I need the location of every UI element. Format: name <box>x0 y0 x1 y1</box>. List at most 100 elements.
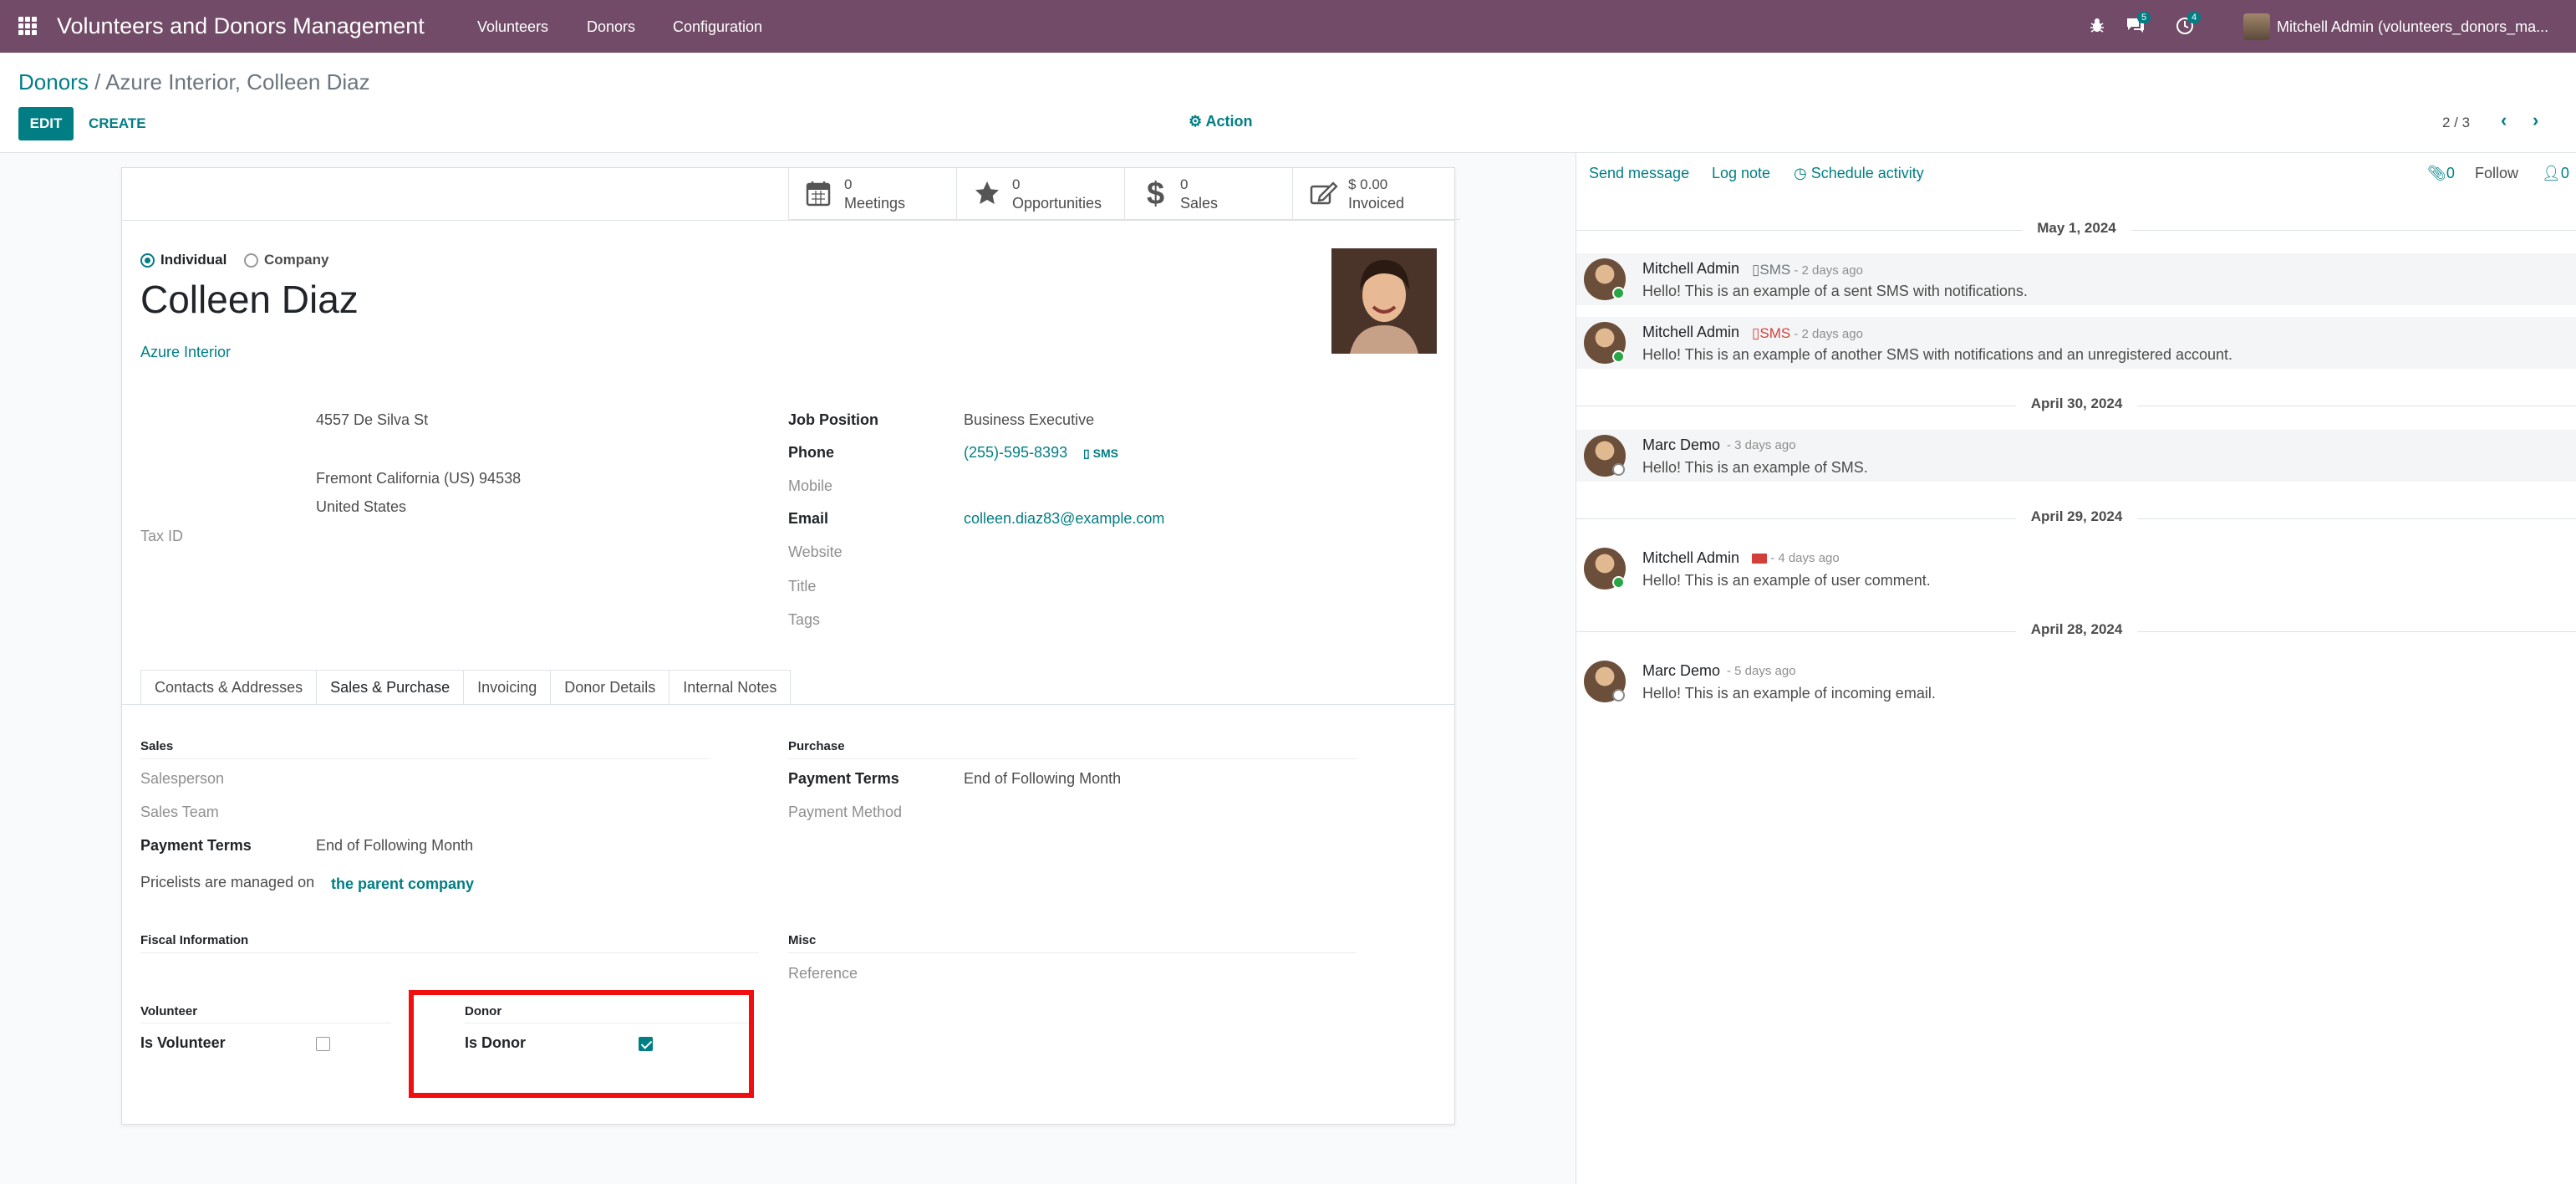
divider <box>788 758 1357 759</box>
opportunities-button[interactable]: 0 Opportunities <box>956 168 1124 220</box>
chatter-panel: Send message Log note ◷ Schedule activit… <box>1576 153 2576 1184</box>
chatter-message[interactable]: Mitchell Admin - 4 days ago Hello! This … <box>1576 543 2576 595</box>
tab-invoicing[interactable]: Invoicing <box>463 670 551 705</box>
breadcrumb-current: Azure Interior, Colleen Diaz <box>105 69 370 94</box>
tab-donor-details[interactable]: Donor Details <box>550 670 669 705</box>
email-value[interactable]: colleen.diaz83@example.com <box>964 510 1164 528</box>
address-country[interactable]: United States <box>316 498 406 516</box>
message-body: Hello! This is an example of SMS. <box>1642 459 1868 476</box>
user-avatar[interactable] <box>2243 13 2270 40</box>
sales-button[interactable]: $ 0 Sales <box>1124 168 1292 220</box>
message-time: - 2 days ago <box>1794 327 1863 341</box>
menu-volunteers[interactable]: Volunteers <box>477 18 548 36</box>
radio-individual-label[interactable]: Individual <box>160 252 227 268</box>
pager-previous-chevron-left-icon[interactable]: ‹ <box>2501 110 2507 131</box>
date-separator: April 28, 2024 <box>1576 621 2576 641</box>
is-volunteer-label: Is Volunteer <box>140 1034 226 1051</box>
app-title[interactable]: Volunteers and Donors Management <box>57 13 425 39</box>
sales-team-label: Sales Team <box>140 804 219 820</box>
phone-value[interactable]: (255)-595-8393 <box>964 444 1067 462</box>
activities-clock-icon[interactable]: 4 <box>2176 12 2202 40</box>
create-button[interactable]: CREATE <box>89 107 146 140</box>
radio-company[interactable] <box>244 253 258 268</box>
pager-next-chevron-right-icon[interactable]: › <box>2533 110 2538 131</box>
invoiced-button[interactable]: $ 0.00 Invoiced <box>1292 168 1460 220</box>
breadcrumb: Donors / Azure Interior, Colleen Diaz <box>18 69 370 95</box>
radio-company-label[interactable]: Company <box>264 252 328 268</box>
payment-terms-value[interactable]: End of Following Month <box>316 837 473 855</box>
message-author[interactable]: Marc Demo <box>1642 662 1720 680</box>
divider <box>140 952 759 953</box>
is-volunteer-checkbox[interactable] <box>316 1037 330 1051</box>
purchase-payment-terms-value[interactable]: End of Following Month <box>964 770 1121 788</box>
message-author[interactable]: Mitchell Admin <box>1642 324 1739 341</box>
address-city-line[interactable]: Fremont California (US) 94538 <box>316 470 521 487</box>
form-sheet: 0 Meetings 0 Opportunities $ 0 Sales $ 0… <box>121 167 1460 1125</box>
breadcrumb-donors-link[interactable]: Donors <box>18 69 89 94</box>
sms-error-icon[interactable]: ▯ <box>1752 325 1759 341</box>
menu-configuration[interactable]: Configuration <box>673 18 762 36</box>
dollar-icon: $ <box>1147 176 1165 212</box>
message-meta: ▯SMS - 2 days ago <box>1752 325 1863 342</box>
schedule-activity-label: Schedule activity <box>1810 165 1924 181</box>
meetings-button[interactable]: 0 Meetings <box>788 168 956 220</box>
tab-internal-notes[interactable]: Internal Notes <box>669 670 792 705</box>
pager-value[interactable]: 2 / 3 <box>2442 115 2470 131</box>
fiscal-group-title: Fiscal Information <box>140 933 249 947</box>
date-separator: April 30, 2024 <box>1576 396 2576 416</box>
breadcrumb-separator: / <box>94 69 101 94</box>
parent-company-link[interactable]: the parent company <box>331 875 474 893</box>
job-position-value[interactable]: Business Executive <box>964 411 1094 429</box>
mobile-label: Mobile <box>788 477 833 494</box>
followers-count: 0 <box>2560 165 2569 181</box>
chatter-message[interactable]: Mitchell Admin ▯SMS - 2 days ago Hello! … <box>1576 253 2576 305</box>
log-note-button[interactable]: Log note <box>1712 165 1770 182</box>
sms-button[interactable]: ▯ SMS <box>1083 447 1118 461</box>
messages-icon[interactable]: 5 <box>2125 12 2151 38</box>
date-separator: April 29, 2024 <box>1576 508 2576 528</box>
reference-label: Reference <box>788 965 858 982</box>
message-time: - 2 days ago <box>1794 263 1863 278</box>
schedule-activity-button[interactable]: ◷ Schedule activity <box>1794 165 1924 182</box>
followers-button[interactable]: 👤︎0 <box>2542 165 2569 182</box>
debug-bug-icon[interactable] <box>2090 17 2105 38</box>
attachments-button[interactable]: 📎︎0 <box>2427 165 2455 182</box>
send-message-button[interactable]: Send message <box>1589 165 1689 182</box>
message-author[interactable]: Mitchell Admin <box>1642 260 1739 278</box>
tab-contacts-addresses[interactable]: Contacts & Addresses <box>140 670 317 705</box>
radio-individual[interactable] <box>140 253 155 268</box>
message-author[interactable]: Mitchell Admin <box>1642 549 1739 567</box>
chatter-message[interactable]: Marc Demo - 3 days ago Hello! This is an… <box>1576 430 2576 482</box>
partner-name[interactable]: Colleen Diaz <box>140 277 359 322</box>
chatter-message[interactable]: Marc Demo - 5 days ago Hello! This is an… <box>1576 656 2576 707</box>
menu-donors[interactable]: Donors <box>587 18 635 36</box>
user-icon: 👤︎ <box>2542 165 2561 181</box>
action-menu-button[interactable]: ⚙ Action <box>1189 113 1252 130</box>
date-separator: May 1, 2024 <box>1576 220 2576 240</box>
app-menu-icon[interactable] <box>18 17 37 35</box>
invoiced-amount: $ 0.00 <box>1348 176 1388 192</box>
paperclip-icon: 📎︎ <box>2427 165 2446 181</box>
user-menu[interactable]: Mitchell Admin (volunteers_donors_ma... <box>2277 18 2548 36</box>
tab-sales-purchase[interactable]: Sales & Purchase <box>316 670 464 705</box>
date-label: April 28, 2024 <box>2015 621 2138 638</box>
sms-icon: ▯ <box>1752 262 1760 278</box>
tab-divider <box>122 704 1454 705</box>
edit-button[interactable]: EDIT <box>18 107 74 140</box>
message-time: - 4 days ago <box>1770 551 1840 565</box>
salesperson-label: Salesperson <box>140 770 225 787</box>
misc-group-title: Misc <box>788 933 817 947</box>
activities-badge: 4 <box>2187 12 2202 23</box>
address-street[interactable]: 4557 De Silva St <box>316 411 428 429</box>
clock-icon: ◷ <box>1794 165 1807 181</box>
message-meta: - 4 days ago <box>1752 551 1840 565</box>
notebook-tabs: Contacts & Addresses Sales & Purchase In… <box>140 670 792 705</box>
chatter-message[interactable]: Mitchell Admin ▯SMS - 2 days ago Hello! … <box>1576 317 2576 369</box>
date-label: May 1, 2024 <box>2022 220 2131 237</box>
follow-button[interactable]: Follow <box>2475 165 2518 182</box>
date-label: April 29, 2024 <box>2015 508 2138 525</box>
message-author[interactable]: Marc Demo <box>1642 436 1720 454</box>
company-link[interactable]: Azure Interior <box>140 344 231 361</box>
partner-avatar[interactable] <box>1331 248 1437 354</box>
email-label: Email <box>788 510 829 527</box>
